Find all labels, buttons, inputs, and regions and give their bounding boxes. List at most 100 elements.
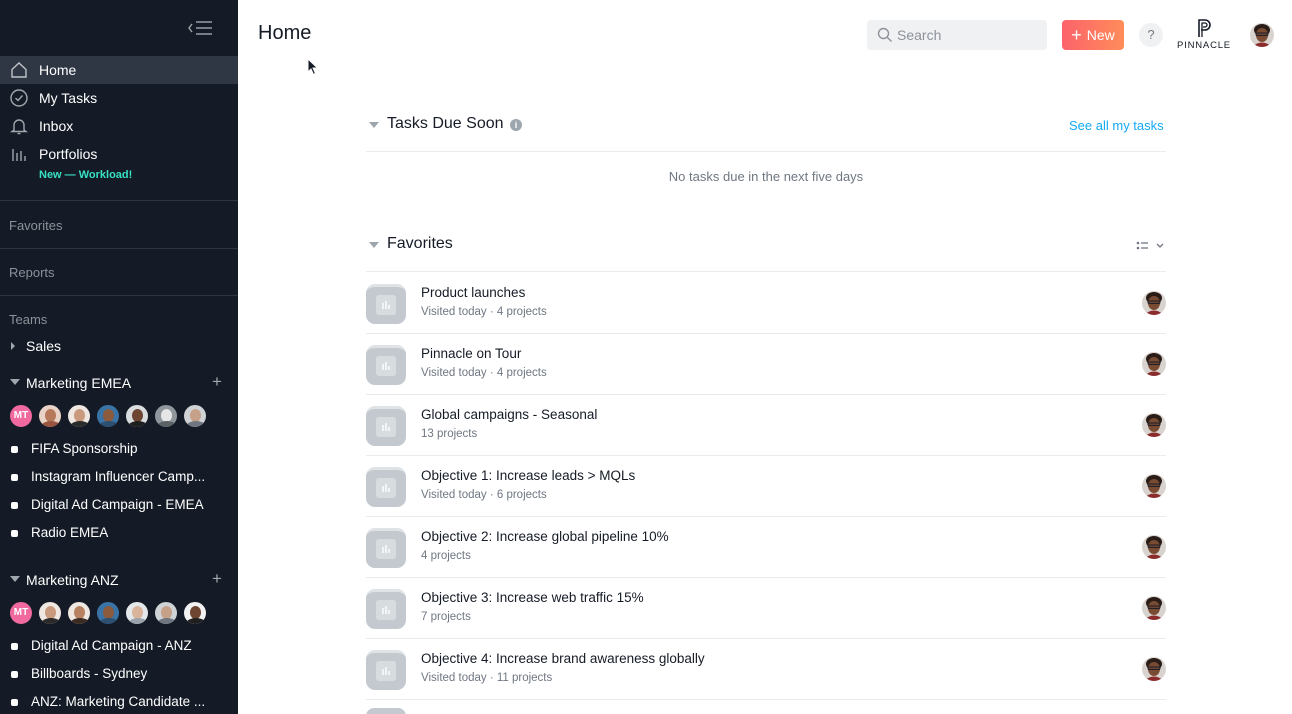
new-button[interactable]: + New [1062,20,1124,50]
portfolio-meta: 4 projects [421,550,471,562]
portfolio-chart-icon [376,539,396,559]
owner-avatar[interactable] [1142,291,1166,315]
team-name: Marketing EMEA [26,375,132,391]
portfolio-chart-icon [376,600,396,620]
empty-tasks-message: No tasks due in the next five days [668,169,864,184]
member-avatar[interactable] [154,601,178,625]
project-name: Digital Ad Campaign - ANZ [31,638,192,653]
portfolio-name: Objective 2: Increase global pipeline 10… [421,529,669,544]
member-avatar[interactable] [125,404,149,428]
portfolio-meta: 7 projects [421,611,471,623]
reports-heading[interactable]: Reports [9,265,55,280]
portfolio-chart-icon [376,417,396,437]
user-avatar[interactable] [1250,23,1274,47]
search-input[interactable] [897,25,1037,45]
workload-promo-link[interactable]: New — Workload! [39,169,132,181]
member-avatar[interactable]: MT [9,404,33,428]
add-project-button[interactable]: + [210,569,224,589]
owner-photo-icon [1142,291,1166,315]
section-divider [366,151,1166,152]
favorite-portfolio-row[interactable]: Objective 3: Increase web traffic 15% 7 p… [366,578,1166,639]
add-project-button[interactable]: + [210,372,224,392]
favorite-portfolio-row[interactable]: Global campaigns - Seasonal 13 projects [366,395,1166,456]
member-avatar[interactable] [38,601,62,625]
project-name: FIFA Sponsorship [31,441,138,456]
team-members: MT [9,404,207,428]
collapse-sidebar-button[interactable] [186,18,214,38]
nav-portfolios-label: Portfolios [39,146,98,162]
favorite-portfolio-row[interactable]: Objective 2: Increase global pipeline 10… [366,517,1166,578]
project-item[interactable]: ANZ: Marketing Candidate ... [0,690,238,714]
member-avatar[interactable] [38,404,62,428]
owner-avatar[interactable] [1142,352,1166,376]
nav-home[interactable]: Home [0,56,238,84]
portfolio-chart-icon [376,478,396,498]
portfolio-meta: Visited today · 4 projects [421,306,547,318]
help-button[interactable]: ? [1139,23,1163,47]
member-avatar[interactable] [67,601,91,625]
portfolio-tile-inner [376,295,396,315]
sidebar-divider [0,295,238,296]
project-item[interactable]: Instagram Influencer Camp... [0,465,238,489]
portfolio-tile-inner [376,417,396,437]
pinnacle-logo-icon [1198,19,1211,37]
nav-portfolios[interactable]: Portfolios [0,140,238,168]
owner-avatar[interactable] [1142,596,1166,620]
favorites-heading[interactable]: Favorites [9,218,62,233]
project-item[interactable]: Billboards - Sydney [0,662,238,686]
portfolio-name: Product launches [421,285,526,300]
member-avatar[interactable] [67,404,91,428]
see-all-my-tasks-link[interactable]: See all my tasks [1069,118,1164,133]
project-item[interactable]: FIFA Sponsorship [0,437,238,461]
check-circle-icon [10,89,28,107]
project-name: Billboards - Sydney [31,666,148,681]
new-button-label: New [1086,27,1115,43]
search-box[interactable] [867,20,1047,50]
collapse-menu-icon [188,21,212,35]
favorite-portfolio-row[interactable]: Pinnacle on Tour Visited today · 4 projec… [366,334,1166,395]
member-avatar[interactable] [154,404,178,428]
nav-my-tasks-label: My Tasks [39,90,98,106]
portfolio-tile [366,467,406,507]
team-marketing-anz[interactable]: Marketing ANZ + [0,568,238,592]
project-item[interactable]: Digital Ad Campaign - EMEA [0,493,238,517]
nav-inbox[interactable]: Inbox [0,112,238,140]
org-logo[interactable]: PINNACLE [1176,18,1232,52]
portfolio-tile [366,528,406,568]
portfolio-name: Objective 4: Increase brand awareness gl… [421,651,705,666]
team-marketing-emea[interactable]: Marketing EMEA + [0,371,238,395]
owner-photo-icon [1142,474,1166,498]
portfolio-tile-inner [376,661,396,681]
owner-avatar[interactable] [1142,413,1166,437]
owner-avatar[interactable] [1142,657,1166,681]
project-name: Instagram Influencer Camp... [31,469,206,484]
owner-photo-icon [1142,352,1166,376]
member-avatar[interactable] [125,601,149,625]
project-item[interactable]: Digital Ad Campaign - ANZ [0,634,238,658]
project-name: ANZ: Marketing Candidate ... [31,694,206,709]
mouse-cursor-icon [307,58,319,76]
team-name: Marketing ANZ [26,572,119,588]
favorite-portfolio-row[interactable]: Objective 1: Increase leads > MQLs Visite… [366,456,1166,517]
favorite-portfolio-row[interactable]: Objective 4: Increase brand awareness gl… [366,639,1166,700]
list-view-toggle-icon[interactable] [1136,240,1166,252]
home-icon [11,62,27,78]
nav-my-tasks[interactable]: My Tasks [0,84,238,112]
collapse-triangle-icon[interactable] [369,122,379,128]
collapse-triangle-icon[interactable] [369,242,379,248]
project-color-dot [11,474,18,481]
project-item[interactable]: Radio EMEA [0,521,238,545]
member-avatar[interactable]: MT [9,601,33,625]
team-sales[interactable]: Sales [0,334,238,358]
member-avatar[interactable] [183,404,207,428]
info-icon[interactable]: i [510,119,522,131]
owner-avatar[interactable] [1142,474,1166,498]
owner-photo-icon [1142,596,1166,620]
member-avatar[interactable] [96,601,120,625]
page-title: Home [258,22,312,44]
member-avatar[interactable] [183,601,207,625]
favorite-portfolio-row[interactable]: Product launches Visited today · 4 projec… [366,273,1166,334]
project-name: Digital Ad Campaign - EMEA [31,497,204,512]
owner-avatar[interactable] [1142,535,1166,559]
member-avatar[interactable] [96,404,120,428]
